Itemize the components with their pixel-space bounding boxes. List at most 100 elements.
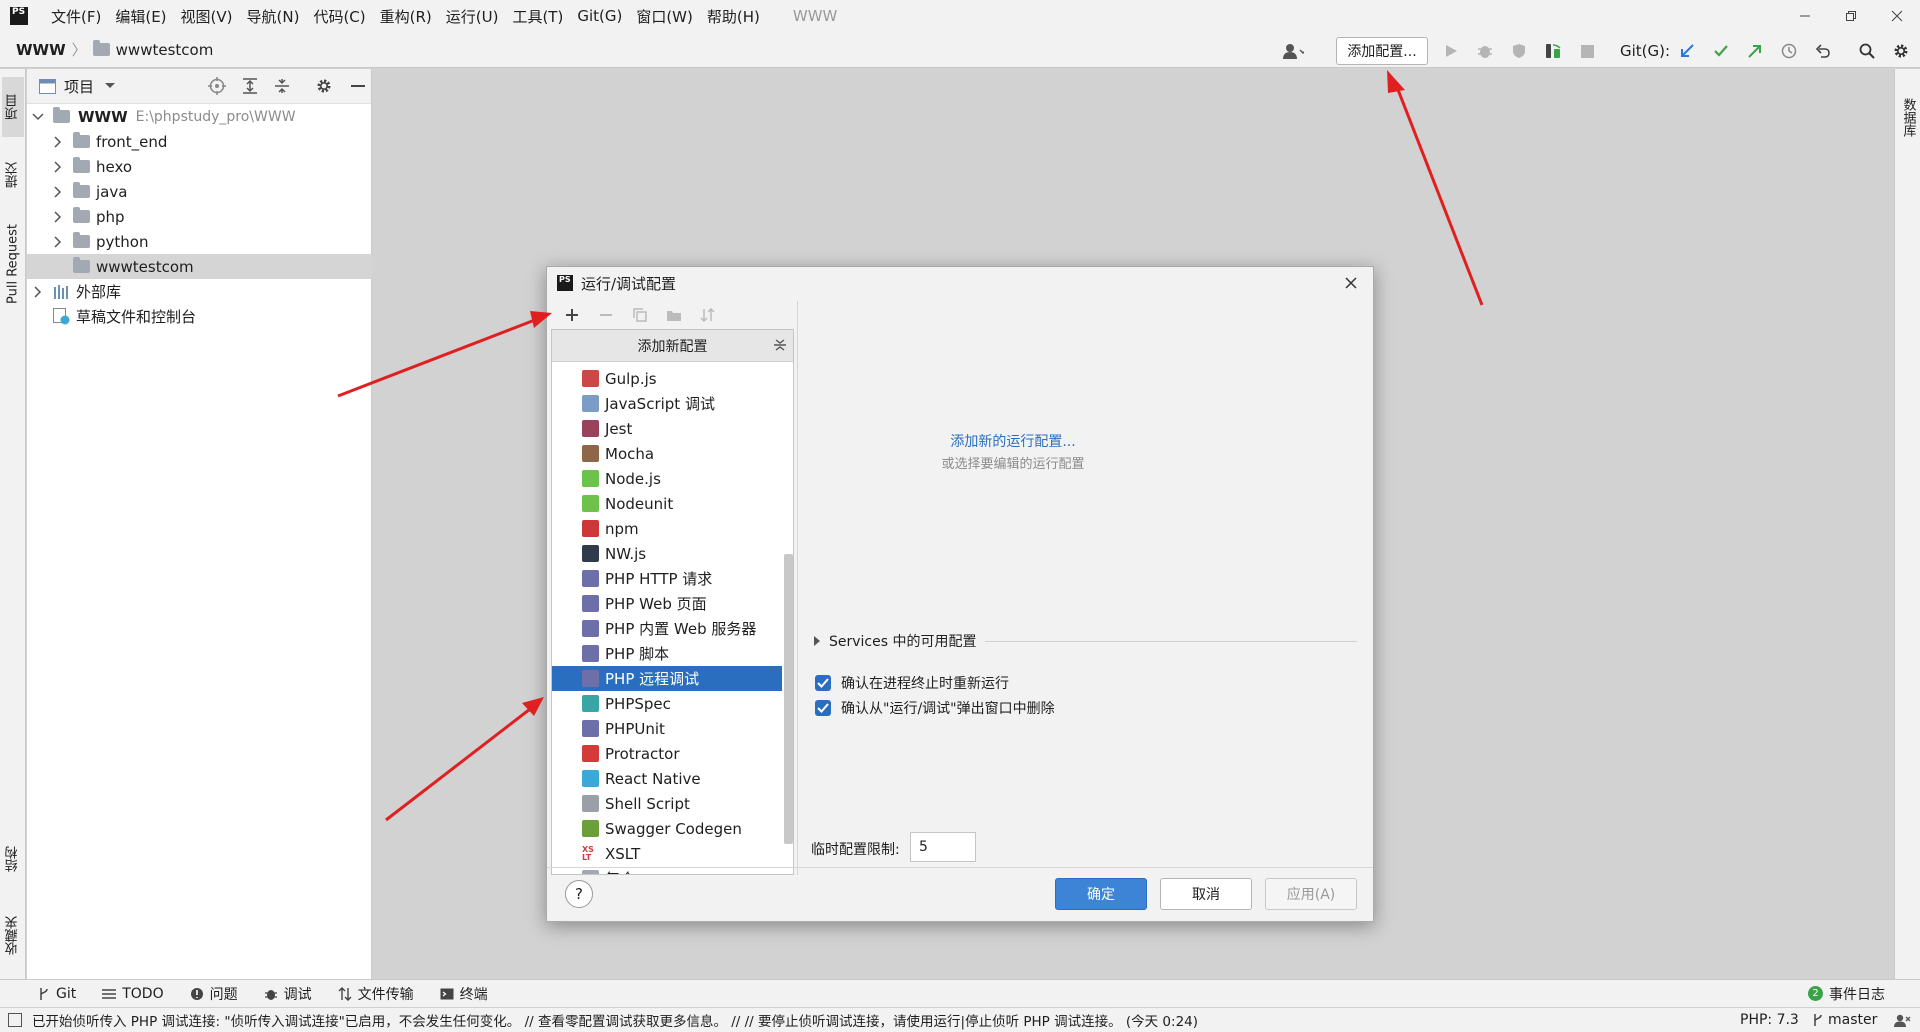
menu-help[interactable]: 帮助(H) <box>700 0 767 32</box>
menu-edit[interactable]: 编辑(E) <box>108 0 173 32</box>
chevron-right-icon[interactable] <box>51 185 65 199</box>
tool-tab-debug[interactable]: 调试 <box>264 984 312 1004</box>
git-update-button[interactable] <box>1676 40 1698 62</box>
chevron-down-icon[interactable] <box>104 82 116 90</box>
help-button[interactable]: ? <box>565 880 593 908</box>
close-window-button[interactable] <box>1874 0 1920 32</box>
collapse-all-icon[interactable] <box>274 78 290 94</box>
tool-tab-favorites[interactable]: 收藏夹 <box>2 899 24 973</box>
services-section[interactable]: Services 中的可用配置 <box>813 631 1357 651</box>
stop-button[interactable] <box>1576 40 1598 62</box>
git-history-button[interactable] <box>1778 40 1800 62</box>
tool-tab-todo[interactable]: TODO <box>102 986 164 1002</box>
tree-item-php[interactable]: php <box>27 204 372 229</box>
config-type-item[interactable]: Nodeunit <box>552 491 782 516</box>
tool-tab-pull-request[interactable]: Pull Request <box>2 209 24 319</box>
menu-tools[interactable]: 工具(T) <box>505 0 570 32</box>
config-type-item[interactable]: React Native <box>552 766 782 791</box>
tree-root-www[interactable]: WWW E:\phpstudy_pro\WWW <box>27 104 372 129</box>
tool-tab-structure[interactable]: 结构 <box>2 829 24 889</box>
list-scrollbar-thumb[interactable] <box>784 554 793 844</box>
search-everywhere-button[interactable] <box>1856 40 1878 62</box>
tree-item-scratches[interactable]: 草稿文件和控制台 <box>27 304 372 329</box>
php-version[interactable]: PHP: 7.3 <box>1740 1012 1799 1028</box>
event-log-button[interactable]: 2 事件日志 <box>1808 984 1885 1004</box>
remove-config-button[interactable] <box>589 302 623 328</box>
config-type-item[interactable]: PHP 远程调试 <box>552 666 782 691</box>
toggle-tool-windows-icon[interactable] <box>8 1013 22 1027</box>
menu-view[interactable]: 视图(V) <box>174 0 240 32</box>
menu-refactor[interactable]: 重构(R) <box>373 0 439 32</box>
config-type-item[interactable]: Jest <box>552 416 782 441</box>
config-type-item[interactable]: Gulp.js <box>552 366 782 391</box>
add-new-run-config-link[interactable]: 添加新的运行配置... <box>950 431 1075 451</box>
config-type-item[interactable]: Node.js <box>552 466 782 491</box>
tool-tab-problems[interactable]: 问题 <box>190 984 238 1004</box>
locate-icon[interactable] <box>208 77 227 95</box>
tool-tab-commit[interactable]: 提交 <box>2 145 24 205</box>
config-type-item[interactable]: Mocha <box>552 441 782 466</box>
copy-config-button[interactable] <box>623 302 657 328</box>
notifications-icon[interactable] <box>1893 1012 1911 1028</box>
config-type-item[interactable]: npm <box>552 516 782 541</box>
config-type-item[interactable]: Protractor <box>552 741 782 766</box>
tree-item-front-end[interactable]: front_end <box>27 129 372 154</box>
confirm-delete-row[interactable]: 确认从"运行/调试"弹出窗口中删除 <box>815 698 1055 718</box>
config-type-item[interactable]: PHP HTTP 请求 <box>552 566 782 591</box>
chevron-right-icon[interactable] <box>51 210 65 224</box>
git-rollback-button[interactable] <box>1812 40 1834 62</box>
dialog-close-button[interactable] <box>1341 273 1361 293</box>
confirm-rerun-checkbox[interactable] <box>815 675 831 691</box>
config-type-item[interactable]: PHP 脚本 <box>552 641 782 666</box>
tree-item-hexo[interactable]: hexo <box>27 154 372 179</box>
tree-item-external-libraries[interactable]: 外部库 <box>27 279 372 304</box>
restore-button[interactable] <box>1828 0 1874 32</box>
breadcrumb-current[interactable]: wwwtestcom <box>116 41 214 59</box>
confirm-delete-checkbox[interactable] <box>815 700 831 716</box>
ok-button[interactable]: 确定 <box>1055 878 1147 910</box>
chevron-right-icon[interactable] <box>51 160 65 174</box>
menu-code[interactable]: 代码(C) <box>306 0 372 32</box>
tree-item-java[interactable]: java <box>27 179 372 204</box>
add-config-button[interactable] <box>555 302 589 328</box>
confirm-rerun-row[interactable]: 确认在进程终止时重新运行 <box>815 673 1009 693</box>
status-message[interactable]: 已开始侦听传入 PHP 调试连接: "侦听传入调试连接"已启用，不会发生任何变化… <box>32 1010 1198 1030</box>
collapse-icon[interactable] <box>773 338 787 352</box>
sort-configs-button[interactable] <box>691 302 725 328</box>
breadcrumb-root[interactable]: WWW <box>16 41 66 59</box>
git-push-button[interactable] <box>1744 40 1766 62</box>
user-account-button[interactable] <box>1282 40 1304 62</box>
config-type-item[interactable]: Swagger Codegen <box>552 816 782 841</box>
config-type-item[interactable]: JavaScript 调试 <box>552 391 782 416</box>
config-type-item[interactable]: XS LT XSLT <box>552 841 782 866</box>
debug-button[interactable] <box>1474 40 1496 62</box>
move-to-folder-button[interactable] <box>657 302 691 328</box>
config-type-item[interactable]: Shell Script <box>552 791 782 816</box>
coverage-button[interactable] <box>1508 40 1530 62</box>
cancel-button[interactable]: 取消 <box>1160 878 1252 910</box>
menu-file[interactable]: 文件(F) <box>44 0 108 32</box>
config-type-item[interactable]: PHP Web 页面 <box>552 591 782 616</box>
chevron-right-icon[interactable] <box>51 135 65 149</box>
menu-window[interactable]: 窗口(W) <box>629 0 700 32</box>
menu-run[interactable]: 运行(U) <box>439 0 506 32</box>
git-branch-widget[interactable]: master <box>1812 1012 1877 1028</box>
config-type-item[interactable]: PHPSpec <box>552 691 782 716</box>
config-type-item[interactable]: NW.js <box>552 541 782 566</box>
settings-button[interactable] <box>1890 40 1912 62</box>
tool-tab-git[interactable]: Git <box>38 986 76 1002</box>
run-button[interactable] <box>1440 40 1462 62</box>
chevron-right-icon[interactable] <box>31 285 45 299</box>
tree-item-wwwtestcom[interactable]: wwwtestcom <box>27 254 372 279</box>
temp-limit-input[interactable]: 5 <box>910 832 976 862</box>
config-type-item[interactable]: PHP 内置 Web 服务器 <box>552 616 782 641</box>
chevron-down-icon[interactable] <box>31 110 45 124</box>
tree-item-python[interactable]: python <box>27 229 372 254</box>
hide-panel-icon[interactable] <box>350 78 366 94</box>
menu-git[interactable]: Git(G) <box>570 0 629 32</box>
config-type-item[interactable]: PHPUnit <box>552 716 782 741</box>
menu-navigate[interactable]: 导航(N) <box>240 0 307 32</box>
minimize-button[interactable] <box>1782 0 1828 32</box>
listen-debug-button[interactable] <box>1542 40 1564 62</box>
tool-tab-project[interactable]: 项目 <box>2 77 24 137</box>
